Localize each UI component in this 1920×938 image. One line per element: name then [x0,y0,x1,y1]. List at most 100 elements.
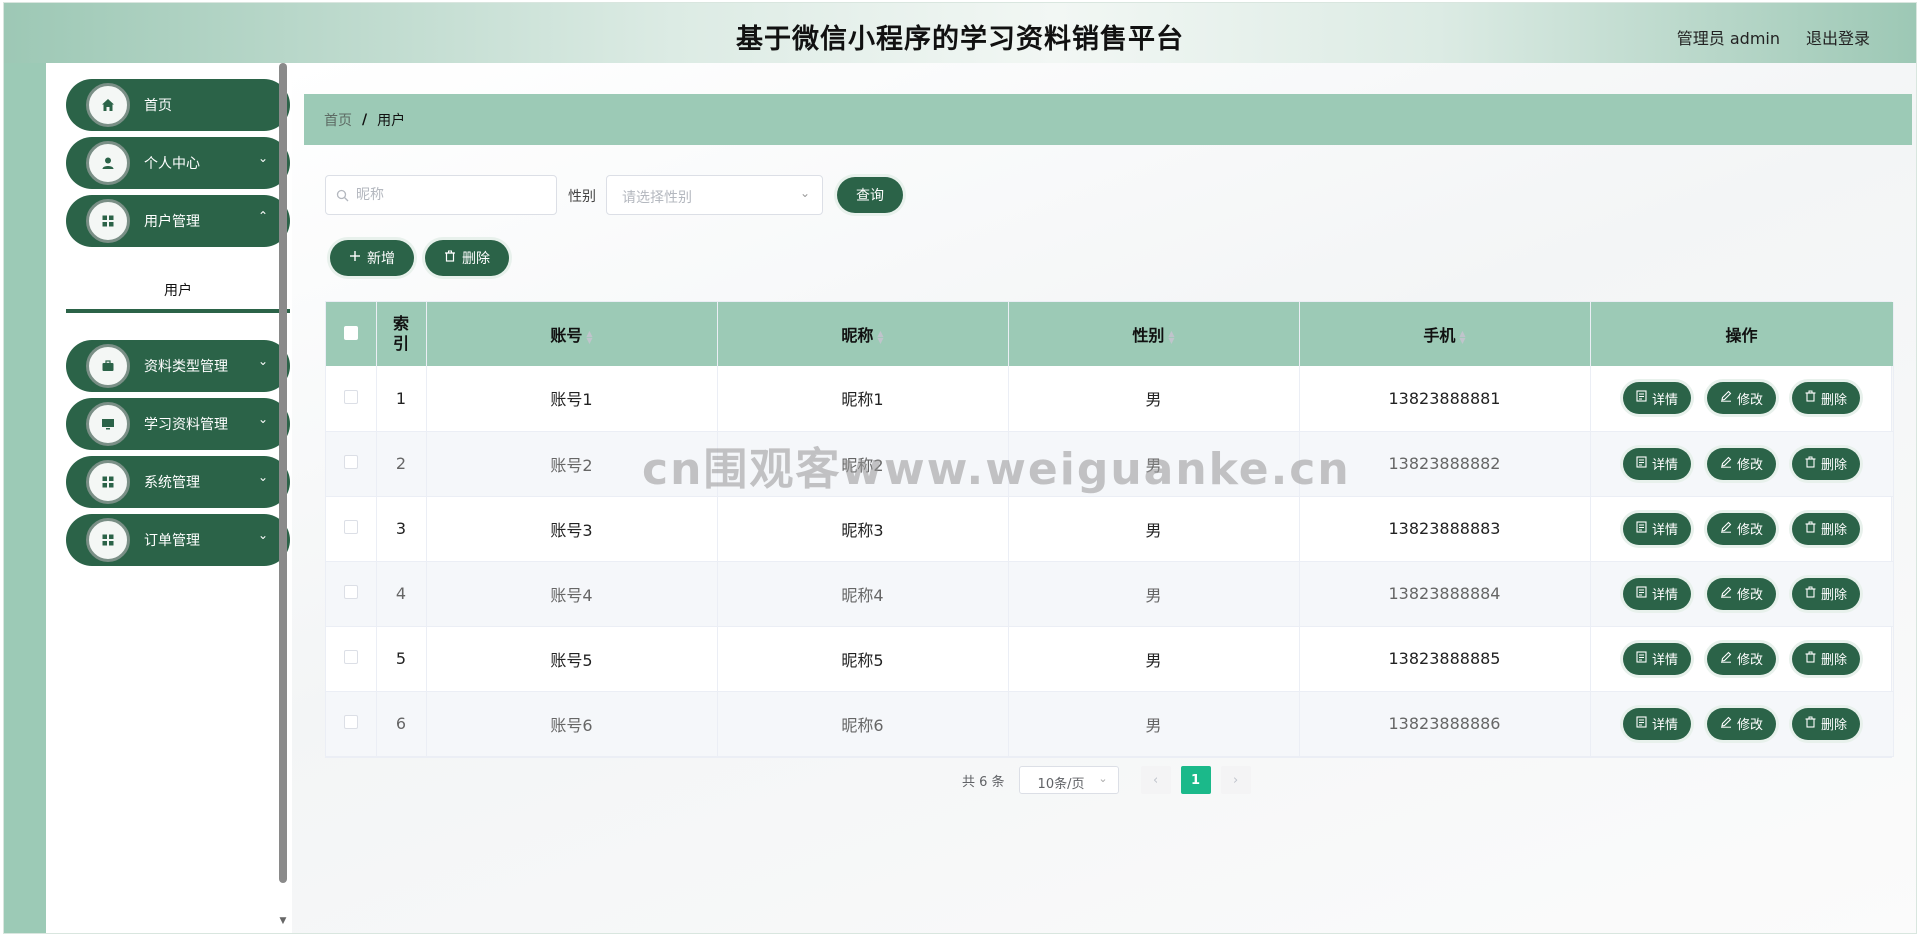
cell-gender: 男 [1008,431,1300,497]
delete-button[interactable]: 删除 [1792,382,1861,415]
cell-phone: 13823888883 [1299,496,1591,562]
page-number-button[interactable]: 1 [1180,766,1211,794]
detail-button[interactable]: 详情 [1622,707,1691,740]
column-header-gender[interactable]: 性别 ▲ ▼ [1008,302,1300,366]
sidebar-item-home[interactable]: 首页 [66,79,290,131]
cell-phone: 13823888884 [1299,561,1591,627]
detail-button[interactable]: 详情 [1622,577,1691,610]
add-button[interactable]: 新增 [330,240,414,276]
sidebar-item-learning-material[interactable]: 学习资料管理 ⌄ [66,398,290,450]
detail-button[interactable]: 详情 [1622,447,1691,480]
detail-button[interactable]: 详情 [1622,382,1691,415]
edit-button[interactable]: 修改 [1706,512,1776,545]
next-page-button[interactable]: › [1220,766,1251,794]
trash-icon [444,250,462,266]
cell-actions: 详情 修改 删除 [1590,431,1894,497]
table-row: 6 账号6 昵称6 男 13823888886 详情 修改 删除 [326,691,1894,757]
batch-delete-button[interactable]: 删除 [425,240,509,276]
chevron-down-icon: ⌄ [1098,772,1108,785]
detail-button-label: 详情 [1651,653,1678,668]
delete-button[interactable]: 删除 [1792,642,1861,675]
delete-button[interactable]: 删除 [1792,447,1861,480]
page-size-select[interactable]: 10条/页 ⌄ [1018,766,1119,794]
grid-icon [86,199,130,243]
column-header-nickname[interactable]: 昵称 ▲ ▼ [717,302,1009,366]
sort-caret-icon[interactable]: ▲ ▼ [586,329,592,344]
edit-button[interactable]: 修改 [1706,447,1776,480]
column-header-nickname-label: 昵称 [841,326,874,345]
column-header-gender-label: 性别 [1132,326,1165,345]
sidebar-item-orders[interactable]: 订单管理 ⌄ [66,514,290,566]
table-row: 1 账号1 昵称1 男 13823888881 详情 修改 删除 [326,366,1894,432]
detail-button-label: 详情 [1651,588,1678,603]
sidebar-item-label: 个人中心 [144,156,200,172]
delete-button[interactable]: 删除 [1792,577,1861,610]
trash-icon [1805,456,1821,472]
row-checkbox[interactable] [343,715,358,729]
pencil-icon [1720,716,1737,732]
cell-index: 4 [376,561,427,627]
row-select-cell [326,431,377,497]
row-checkbox[interactable] [343,455,358,469]
pagination: 共 6 条 10条/页 ⌄ ‹ 1 › [962,766,1251,794]
trash-icon [1805,586,1821,602]
edit-button[interactable]: 修改 [1706,707,1776,740]
cell-account: 账号1 [426,366,718,432]
prev-page-button[interactable]: ‹ [1140,766,1171,794]
cell-account: 账号5 [426,626,718,692]
sidebar-subitem-users[interactable]: 用户 [66,273,290,313]
pencil-icon [1720,456,1737,472]
delete-button[interactable]: 删除 [1792,512,1861,545]
chevron-down-icon: ⌄ [257,354,268,368]
sidebar-item-profile[interactable]: 个人中心 ⌄ [66,137,290,189]
delete-button-label: 删除 [1821,523,1848,538]
column-header-account[interactable]: 账号 ▲ ▼ [426,302,718,366]
sidebar-item-material-type[interactable]: 资料类型管理 ⌄ [66,340,290,392]
pagination-total: 共 6 条 [962,774,1005,790]
breadcrumb-current: 用户 [377,112,406,129]
breadcrumb-home[interactable]: 首页 [324,110,352,130]
detail-button[interactable]: 详情 [1622,642,1691,675]
user-icon [86,141,130,185]
edit-button[interactable]: 修改 [1706,642,1776,675]
sort-caret-icon[interactable]: ▲ ▼ [1168,329,1174,344]
chevron-down-icon: ⌄ [799,186,810,200]
table-body: 1 账号1 昵称1 男 13823888881 详情 修改 删除 2 账号2 昵称2 男 1382388… [326,366,1894,757]
header: 基于微信小程序的学习资料销售平台 管理员 admin 退出登录 [4,3,1916,63]
trash-icon [1805,651,1821,667]
row-checkbox[interactable] [343,585,358,599]
nickname-search-field[interactable] [325,175,557,215]
nickname-search-input[interactable] [356,184,546,206]
users-table: 索引 账号 ▲ ▼ 昵称 ▲ ▼ 性别 ▲ ▼ 手机 ▲ ▼ 操作 1 账号1 昵称1 男 138238… [325,301,1894,758]
select-all-checkbox[interactable] [343,325,358,340]
edit-button[interactable]: 修改 [1706,577,1776,610]
sort-caret-icon[interactable]: ▲ ▼ [1459,329,1465,344]
row-checkbox[interactable] [343,650,358,664]
sidebar-item-label: 订单管理 [144,533,200,549]
edit-button[interactable]: 修改 [1706,382,1776,415]
detail-button[interactable]: 详情 [1622,512,1691,545]
document-icon [1636,715,1652,732]
pencil-icon [1720,586,1737,602]
edit-button-label: 修改 [1736,718,1763,733]
cell-actions: 详情 修改 删除 [1590,366,1894,432]
sidebar-item-system[interactable]: 系统管理 ⌄ [66,456,290,508]
row-select-cell [326,691,377,757]
document-icon [1636,585,1652,602]
gender-select[interactable]: 请选择性别 ⌄ [606,175,823,215]
cell-account: 账号2 [426,431,718,497]
edit-button-label: 修改 [1736,523,1763,538]
sort-caret-icon[interactable]: ▲ ▼ [877,329,883,344]
column-header-phone[interactable]: 手机 ▲ ▼ [1299,302,1591,366]
table-row: 4 账号4 昵称4 男 13823888884 详情 修改 删除 [326,561,1894,627]
delete-button-label: 删除 [1821,588,1848,603]
query-button[interactable]: 查询 [837,177,903,213]
sidebar-scrollbar[interactable] [279,63,287,883]
row-checkbox[interactable] [343,389,358,404]
scroll-down-arrow-icon[interactable]: ▼ [279,916,287,926]
cell-phone: 13823888885 [1299,626,1591,692]
delete-button[interactable]: 删除 [1792,707,1861,740]
row-checkbox[interactable] [343,520,358,534]
logout-link[interactable]: 退出登录 [1806,25,1870,49]
sidebar-item-user-management[interactable]: 用户管理 ⌃ [66,195,290,247]
